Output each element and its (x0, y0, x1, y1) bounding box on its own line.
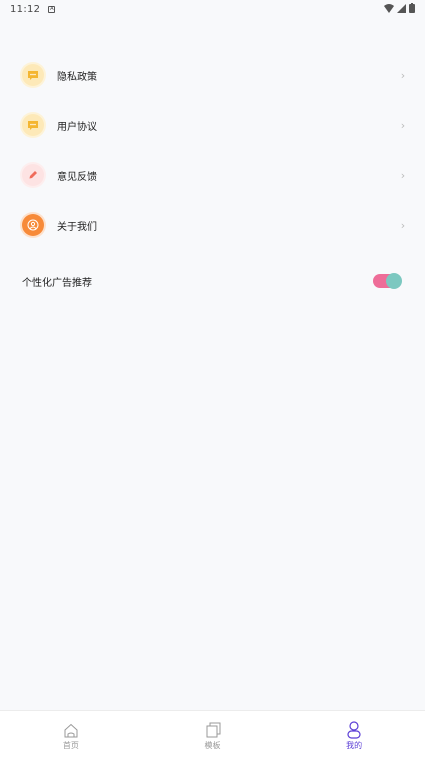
menu-item-label: 用户协议 (57, 121, 97, 133)
feedback-pen-icon (22, 164, 44, 186)
about-user-icon (22, 214, 44, 236)
toggle-knob (386, 273, 402, 289)
nav-item-template[interactable]: 模板 (142, 711, 284, 757)
menu-item-about-us[interactable]: 关于我们 › (0, 200, 425, 250)
menu-item-user-agreement[interactable]: 用户协议 › (0, 100, 425, 150)
personalized-ads-row: 个性化广告推荐 (0, 268, 425, 294)
chevron-right-icon: › (400, 218, 406, 232)
nav-label: 模板 (204, 741, 221, 750)
settings-menu: 隐私政策 › 用户协议 › 意见反馈 › 关于我们 › (0, 50, 425, 250)
chevron-right-icon: › (400, 168, 406, 182)
battery-icon (409, 3, 415, 13)
wifi-icon (384, 3, 394, 13)
template-icon (204, 721, 222, 739)
personalized-ads-toggle[interactable] (373, 273, 402, 289)
notification-icon: A (48, 5, 56, 13)
personalized-ads-label: 个性化广告推荐 (22, 277, 92, 289)
nav-label: 首页 (62, 741, 79, 750)
nav-item-profile[interactable]: 我的 (283, 711, 425, 757)
menu-item-feedback[interactable]: 意见反馈 › (0, 150, 425, 200)
profile-icon (345, 721, 363, 739)
bottom-nav: 首页 模板 我的 (0, 710, 425, 757)
privacy-chat-icon (22, 64, 44, 86)
nav-label: 我的 (346, 741, 363, 750)
status-time: 11:12 (10, 3, 41, 15)
nav-item-home[interactable]: 首页 (0, 711, 142, 757)
signal-icon (397, 3, 406, 13)
menu-item-label: 关于我们 (57, 221, 97, 233)
menu-item-label: 隐私政策 (57, 71, 97, 83)
chevron-right-icon: › (400, 118, 406, 132)
status-icons (384, 3, 415, 13)
menu-item-privacy-policy[interactable]: 隐私政策 › (0, 50, 425, 100)
home-icon (62, 721, 80, 739)
agreement-chat-icon (22, 114, 44, 136)
status-bar: 11:12 A (0, 0, 425, 18)
chevron-right-icon: › (400, 68, 406, 82)
menu-item-label: 意见反馈 (57, 171, 97, 183)
